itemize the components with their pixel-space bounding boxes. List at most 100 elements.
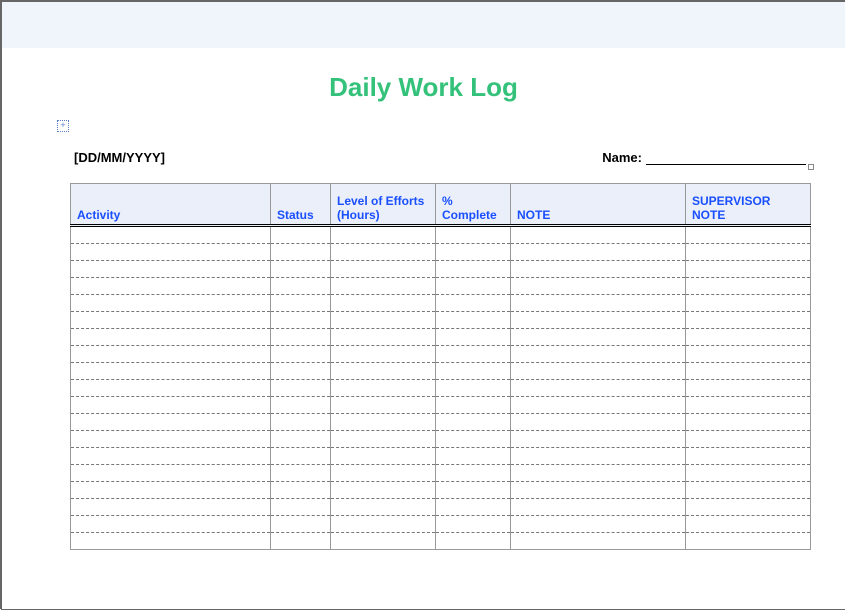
cell-activity[interactable] [71, 414, 271, 431]
cell-complete[interactable] [436, 482, 511, 499]
cell-activity[interactable] [71, 397, 271, 414]
cell-effort[interactable] [331, 244, 436, 261]
cell-status[interactable] [271, 226, 331, 244]
cell-status[interactable] [271, 414, 331, 431]
cell-effort[interactable] [331, 226, 436, 244]
cell-activity[interactable] [71, 380, 271, 397]
cell-supnote[interactable] [686, 380, 811, 397]
cell-activity[interactable] [71, 363, 271, 380]
cell-supnote[interactable] [686, 414, 811, 431]
cell-complete[interactable] [436, 465, 511, 482]
cell-supnote[interactable] [686, 431, 811, 448]
cell-complete[interactable] [436, 295, 511, 312]
table-row[interactable] [71, 465, 811, 482]
cell-activity[interactable] [71, 261, 271, 278]
cell-supnote[interactable] [686, 329, 811, 346]
cell-status[interactable] [271, 499, 331, 516]
cell-supnote[interactable] [686, 533, 811, 550]
table-row[interactable] [71, 414, 811, 431]
cell-activity[interactable] [71, 278, 271, 295]
table-row[interactable] [71, 516, 811, 533]
cell-supnote[interactable] [686, 312, 811, 329]
cell-status[interactable] [271, 533, 331, 550]
cell-effort[interactable] [331, 482, 436, 499]
cell-status[interactable] [271, 261, 331, 278]
table-row[interactable] [71, 244, 811, 261]
cell-note[interactable] [511, 533, 686, 550]
cell-effort[interactable] [331, 465, 436, 482]
cell-activity[interactable] [71, 533, 271, 550]
cell-note[interactable] [511, 278, 686, 295]
cell-note[interactable] [511, 482, 686, 499]
cell-effort[interactable] [331, 414, 436, 431]
cell-supnote[interactable] [686, 499, 811, 516]
cell-status[interactable] [271, 312, 331, 329]
cell-complete[interactable] [436, 261, 511, 278]
cell-activity[interactable] [71, 465, 271, 482]
table-row[interactable] [71, 295, 811, 312]
cell-complete[interactable] [436, 397, 511, 414]
cell-effort[interactable] [331, 448, 436, 465]
cell-note[interactable] [511, 431, 686, 448]
cell-effort[interactable] [331, 295, 436, 312]
cell-activity[interactable] [71, 312, 271, 329]
cell-note[interactable] [511, 261, 686, 278]
cell-note[interactable] [511, 346, 686, 363]
cell-effort[interactable] [331, 278, 436, 295]
cell-note[interactable] [511, 448, 686, 465]
cell-supnote[interactable] [686, 226, 811, 244]
cell-supnote[interactable] [686, 465, 811, 482]
cell-effort[interactable] [331, 397, 436, 414]
cell-effort[interactable] [331, 499, 436, 516]
cell-complete[interactable] [436, 499, 511, 516]
cell-status[interactable] [271, 380, 331, 397]
cell-status[interactable] [271, 465, 331, 482]
cell-complete[interactable] [436, 278, 511, 295]
cell-complete[interactable] [436, 448, 511, 465]
cell-effort[interactable] [331, 312, 436, 329]
table-row[interactable] [71, 533, 811, 550]
cell-note[interactable] [511, 499, 686, 516]
cell-effort[interactable] [331, 516, 436, 533]
cell-note[interactable] [511, 380, 686, 397]
cell-note[interactable] [511, 226, 686, 244]
cell-supnote[interactable] [686, 448, 811, 465]
cell-status[interactable] [271, 397, 331, 414]
table-row[interactable] [71, 397, 811, 414]
cell-note[interactable] [511, 516, 686, 533]
cell-activity[interactable] [71, 244, 271, 261]
name-input-line[interactable] [646, 150, 806, 165]
cell-effort[interactable] [331, 363, 436, 380]
cell-effort[interactable] [331, 431, 436, 448]
cell-status[interactable] [271, 516, 331, 533]
cell-status[interactable] [271, 346, 331, 363]
cell-status[interactable] [271, 448, 331, 465]
cell-supnote[interactable] [686, 346, 811, 363]
cell-activity[interactable] [71, 431, 271, 448]
cell-note[interactable] [511, 312, 686, 329]
cell-effort[interactable] [331, 261, 436, 278]
table-row[interactable] [71, 261, 811, 278]
cell-note[interactable] [511, 244, 686, 261]
cell-note[interactable] [511, 363, 686, 380]
cell-activity[interactable] [71, 295, 271, 312]
table-row[interactable] [71, 363, 811, 380]
cell-supnote[interactable] [686, 244, 811, 261]
cell-note[interactable] [511, 414, 686, 431]
cell-complete[interactable] [436, 363, 511, 380]
cell-status[interactable] [271, 329, 331, 346]
cell-status[interactable] [271, 295, 331, 312]
cell-complete[interactable] [436, 226, 511, 244]
cell-note[interactable] [511, 295, 686, 312]
cell-status[interactable] [271, 244, 331, 261]
cell-complete[interactable] [436, 329, 511, 346]
cell-complete[interactable] [436, 414, 511, 431]
cell-supnote[interactable] [686, 261, 811, 278]
table-row[interactable] [71, 312, 811, 329]
cell-complete[interactable] [436, 431, 511, 448]
cell-activity[interactable] [71, 329, 271, 346]
cell-effort[interactable] [331, 380, 436, 397]
table-row[interactable] [71, 226, 811, 244]
cell-complete[interactable] [436, 312, 511, 329]
cell-complete[interactable] [436, 533, 511, 550]
